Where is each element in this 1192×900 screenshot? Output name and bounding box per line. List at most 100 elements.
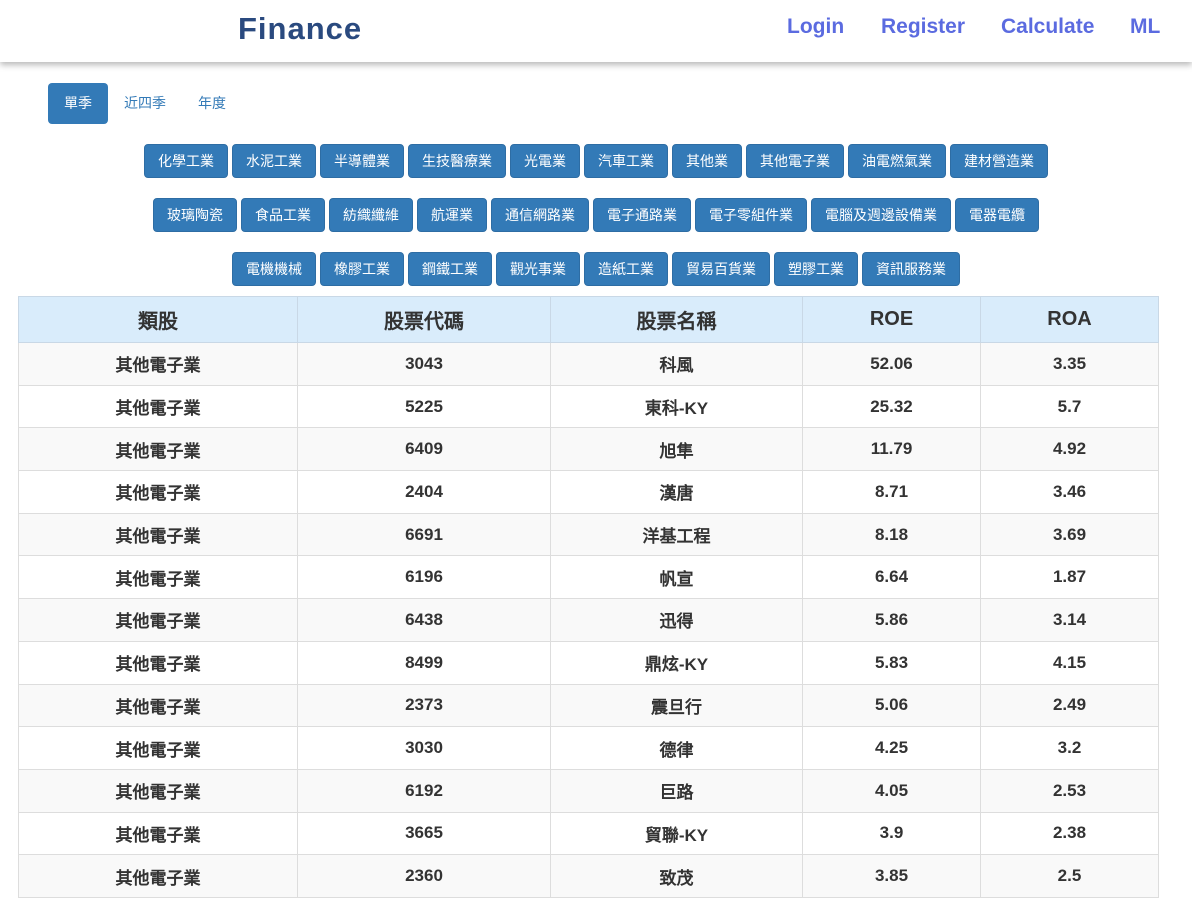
table-cell: 3665 [297,811,551,856]
table-cell: 2360 [297,854,551,898]
column-header: 類股 [18,296,298,343]
table-cell: 科風 [550,342,803,386]
industry-button[interactable]: 鋼鐵工業 [408,252,492,286]
industry-button[interactable]: 電機機械 [232,252,316,286]
industry-button[interactable]: 航運業 [417,198,487,232]
table-cell: 4.92 [980,427,1159,472]
column-header: 股票代碼 [297,296,551,343]
industry-button[interactable]: 食品工業 [241,198,325,232]
industry-button[interactable]: 化學工業 [144,144,228,178]
table-cell: 貿聯-KY [550,811,803,856]
table-cell: 8.71 [802,470,981,514]
table-row: 其他電子業 6196 帆宣 6.64 1.87 [18,555,1159,600]
industry-button[interactable]: 光電業 [510,144,580,178]
table-row: 其他電子業 3665 貿聯-KY 3.9 2.38 [18,811,1159,856]
table-cell: 其他電子業 [18,683,298,728]
table-cell: 東科-KY [550,384,803,429]
industry-button[interactable]: 電子零組件業 [695,198,807,232]
nav-calculate-link[interactable]: Calculate [1001,15,1094,39]
table-cell: 其他電子業 [18,598,298,642]
table-row: 其他電子業 6192 巨路 4.05 2.53 [18,768,1159,813]
industry-button[interactable]: 汽車工業 [584,144,668,178]
table-cell: 旭隼 [550,427,803,472]
table-cell: 3.35 [980,342,1159,386]
industry-button[interactable]: 資訊服務業 [862,252,960,286]
table-cell: 致茂 [550,854,803,898]
industry-button[interactable]: 電器電纜 [955,198,1039,232]
table-cell: 2373 [297,683,551,728]
table-cell: 3030 [297,726,551,770]
industry-button[interactable]: 其他電子業 [746,144,844,178]
period-tab[interactable]: 單季 [48,83,108,124]
industry-button[interactable]: 電腦及週邊設備業 [811,198,951,232]
table-cell: 其他電子業 [18,854,298,898]
table-cell: 其他電子業 [18,726,298,770]
table-cell: 2404 [297,470,551,514]
table-row: 其他電子業 2404 漢唐 8.71 3.46 [18,470,1159,514]
nav-login-link[interactable]: Login [787,15,844,39]
table-cell: 4.25 [802,726,981,770]
table-cell: 5.86 [802,598,981,642]
table-cell: 帆宣 [550,555,803,600]
column-header: 股票名稱 [550,296,803,343]
table-cell: 6.64 [802,555,981,600]
table-cell: 其他電子業 [18,640,298,685]
table-cell: 3.69 [980,512,1159,557]
table-row: 其他電子業 6438 迅得 5.86 3.14 [18,598,1159,642]
table-cell: 2.38 [980,811,1159,856]
industry-button[interactable]: 半導體業 [320,144,404,178]
industry-button[interactable]: 油電燃氣業 [848,144,946,178]
industry-button[interactable]: 通信網路業 [491,198,589,232]
stock-table-container: 類股 股票代碼 股票名稱 ROE ROA 其他電子業 3043 科風 52.06 3.35 其他電… [18,296,1159,898]
table-row: 其他電子業 2373 震旦行 5.06 2.49 [18,683,1159,728]
table-cell: 其他電子業 [18,512,298,557]
nav-register-link[interactable]: Register [881,15,965,39]
industry-button[interactable]: 塑膠工業 [774,252,858,286]
industry-button[interactable]: 橡膠工業 [320,252,404,286]
industry-button[interactable]: 玻璃陶瓷 [153,198,237,232]
table-header-row: 類股 股票代碼 股票名稱 ROE ROA [18,296,1159,343]
table-row: 其他電子業 6691 洋基工程 8.18 3.69 [18,512,1159,557]
table-cell: 5.06 [802,683,981,728]
table-row: 其他電子業 8499 鼎炫-KY 5.83 4.15 [18,640,1159,685]
table-cell: 巨路 [550,768,803,813]
table-cell: 5.7 [980,384,1159,429]
table-row: 其他電子業 5225 東科-KY 25.32 5.7 [18,384,1159,429]
industry-button[interactable]: 生技醫療業 [408,144,506,178]
industry-button[interactable]: 電子通路業 [593,198,691,232]
table-cell: 4.05 [802,768,981,813]
navbar: Finance Login Register Calculate ML [0,0,1192,62]
table-cell: 鼎炫-KY [550,640,803,685]
table-cell: 其他電子業 [18,342,298,386]
table-cell: 6409 [297,427,551,472]
period-tab[interactable]: 年度 [182,83,242,124]
table-cell: 其他電子業 [18,384,298,429]
table-cell: 25.32 [802,384,981,429]
nav-ml-link[interactable]: ML [1130,15,1160,39]
table-cell: 4.15 [980,640,1159,685]
table-row: 其他電子業 6409 旭隼 11.79 4.92 [18,427,1159,472]
table-row: 其他電子業 3043 科風 52.06 3.35 [18,342,1159,386]
industry-button-row: 玻璃陶瓷 食品工業 紡織纖維 航運業 通信網路業 電子通路業 電子零組件業 電腦及週邊設備業電… [0,198,1192,232]
industry-button[interactable]: 建材營造業 [950,144,1048,178]
table-cell: 德律 [550,726,803,770]
period-tabs: 單季 近四季 年度 [48,83,242,124]
column-header: ROA [980,296,1159,343]
table-cell: 6691 [297,512,551,557]
table-cell: 3043 [297,342,551,386]
industry-button[interactable]: 紡織纖維 [329,198,413,232]
table-row: 其他電子業 2360 致茂 3.85 2.5 [18,854,1159,898]
industry-button-row: 化學工業 水泥工業 半導體業 生技醫療業 光電業 汽車工業 其他業 其他電子業 油電燃氣業 建材營… [0,144,1192,178]
industry-button[interactable]: 造紙工業 [584,252,668,286]
period-tab[interactable]: 近四季 [108,83,182,124]
nav-links: Login Register Calculate ML [0,15,1192,45]
industry-button[interactable]: 觀光事業 [496,252,580,286]
industry-button[interactable]: 其他業 [672,144,742,178]
industry-button[interactable]: 貿易百貨業 [672,252,770,286]
table-cell: 洋基工程 [550,512,803,557]
table-cell: 1.87 [980,555,1159,600]
industry-button[interactable]: 水泥工業 [232,144,316,178]
table-cell: 其他電子業 [18,470,298,514]
table-cell: 2.53 [980,768,1159,813]
column-header: ROE [802,296,981,343]
